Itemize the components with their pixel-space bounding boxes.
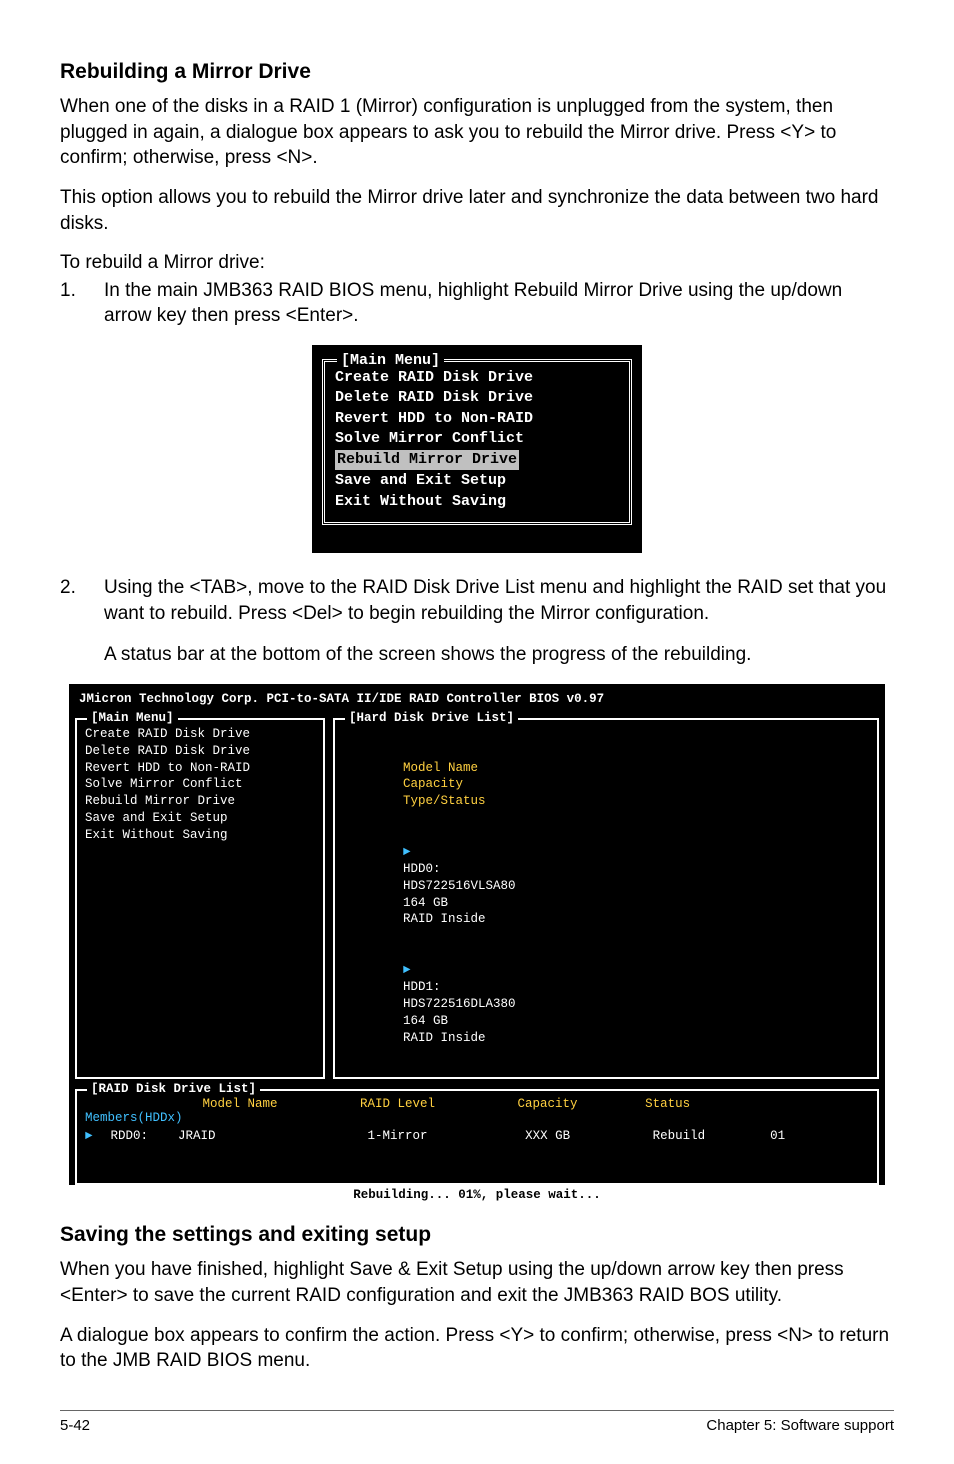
step-number: 1. — [60, 278, 104, 329]
chapter-label: Chapter 5: Software support — [706, 1417, 894, 1434]
menu-legend: [Main Menu] — [337, 352, 444, 369]
page-number: 5-42 — [60, 1417, 90, 1434]
menu-item: Delete RAID Disk Drive — [335, 388, 619, 408]
hdd-type: RAID Inside — [403, 912, 486, 926]
hdd-capacity: 164 GB — [403, 895, 493, 912]
bios-raid-list-box: [RAID Disk Drive List] Model Name RAID L… — [75, 1089, 879, 1185]
hdd-type: RAID Inside — [403, 1031, 486, 1045]
col-header-capacity: Capacity — [403, 776, 493, 793]
step-1: 1. In the main JMB363 RAID BIOS menu, hi… — [60, 278, 894, 329]
menu-item: Create RAID Disk Drive — [335, 368, 619, 388]
row-marker-icon: ► — [403, 962, 417, 979]
menu-item: Solve Mirror Conflict — [335, 429, 619, 449]
hdd-model: HDS722516DLA380 — [403, 996, 553, 1013]
paragraph: To rebuild a Mirror drive: — [60, 250, 894, 276]
hdd-row: ► HDD0: HDS722516VLSA80 164 GB RAID Insi… — [343, 827, 869, 945]
box-legend: [Hard Disk Drive List] — [345, 711, 518, 725]
step-text: Using the <TAB>, move to the RAID Disk D… — [104, 575, 894, 626]
hdd-dev: HDD1: — [403, 979, 459, 996]
bios-title: JMicron Technology Corp. PCI-to-SATA II/… — [75, 690, 879, 712]
step-subtext: A status bar at the bottom of the screen… — [104, 642, 894, 668]
paragraph: This option allows you to rebuild the Mi… — [60, 185, 894, 236]
paragraph: A dialogue box appears to confirm the ac… — [60, 1323, 894, 1374]
page-footer: 5-42 Chapter 5: Software support — [60, 1417, 894, 1434]
row-marker-icon: ► — [403, 844, 417, 861]
step-text: In the main JMB363 RAID BIOS menu, highl… — [104, 278, 894, 329]
bios-main-menu-box: [Main Menu] Create RAID Disk Drive Delet… — [75, 718, 325, 1080]
raid-name: JRAID — [178, 1129, 360, 1143]
raid-row: ► RDD0: JRAID 1-Mirror XXX GB Rebuild 01 — [85, 1129, 869, 1143]
box-legend: [Main Menu] — [87, 711, 178, 725]
footer-rule — [60, 1410, 894, 1411]
bios-controller-screen: JMicron Technology Corp. PCI-to-SATA II/… — [67, 682, 887, 1208]
menu-item: Create RAID Disk Drive — [85, 726, 315, 743]
col-header-capacity: Capacity — [518, 1097, 638, 1111]
box-legend: [RAID Disk Drive List] — [87, 1082, 260, 1096]
raid-level: 1-Mirror — [368, 1129, 518, 1143]
menu-item: Delete RAID Disk Drive — [85, 743, 315, 760]
raid-dev: RDD0: — [111, 1129, 171, 1143]
col-header-level: RAID Level — [360, 1097, 510, 1111]
hdd-dev: HDD0: — [403, 861, 459, 878]
menu-item: Solve Mirror Conflict — [85, 776, 315, 793]
heading-rebuilding: Rebuilding a Mirror Drive — [60, 60, 894, 84]
menu-item: Revert HDD to Non-RAID — [85, 760, 315, 777]
hdd-row: ► HDD1: HDS722516DLA380 164 GB RAID Insi… — [343, 945, 869, 1063]
menu-item: Exit Without Saving — [85, 827, 315, 844]
bios-hdd-list-box: [Hard Disk Drive List] Model Name Capaci… — [333, 718, 879, 1080]
raid-status: Rebuild — [653, 1129, 763, 1143]
menu-item: Exit Without Saving — [335, 492, 619, 512]
col-header-model: Model Name — [203, 1097, 353, 1111]
menu-item: Save and Exit Setup — [85, 810, 315, 827]
col-header-model: Model Name — [403, 760, 553, 777]
menu-item: Revert HDD to Non-RAID — [335, 409, 619, 429]
col-header-status: Status — [645, 1097, 690, 1111]
paragraph: When one of the disks in a RAID 1 (Mirro… — [60, 94, 894, 171]
step-number: 2. — [60, 575, 104, 626]
col-header-members: Members(HDDx) — [85, 1111, 183, 1125]
bios-status-bar: Rebuilding... 01%, please wait... — [69, 1185, 885, 1205]
paragraph: When you have finished, highlight Save &… — [60, 1257, 894, 1308]
menu-item: Rebuild Mirror Drive — [85, 793, 315, 810]
menu-item-highlighted: Rebuild Mirror Drive — [335, 450, 519, 470]
raid-capacity: XXX GB — [525, 1129, 645, 1143]
col-header-type: Type/Status — [403, 794, 486, 808]
menu-item: Save and Exit Setup — [335, 471, 619, 491]
row-marker-icon: ► — [85, 1129, 103, 1143]
raid-members: 01 — [770, 1129, 785, 1143]
step-2: 2. Using the <TAB>, move to the RAID Dis… — [60, 575, 894, 626]
bios-main-menu-small: [Main Menu] Create RAID Disk Drive Delet… — [312, 345, 642, 553]
hdd-model: HDS722516VLSA80 — [403, 878, 553, 895]
heading-saving: Saving the settings and exiting setup — [60, 1223, 894, 1247]
hdd-capacity: 164 GB — [403, 1013, 493, 1030]
